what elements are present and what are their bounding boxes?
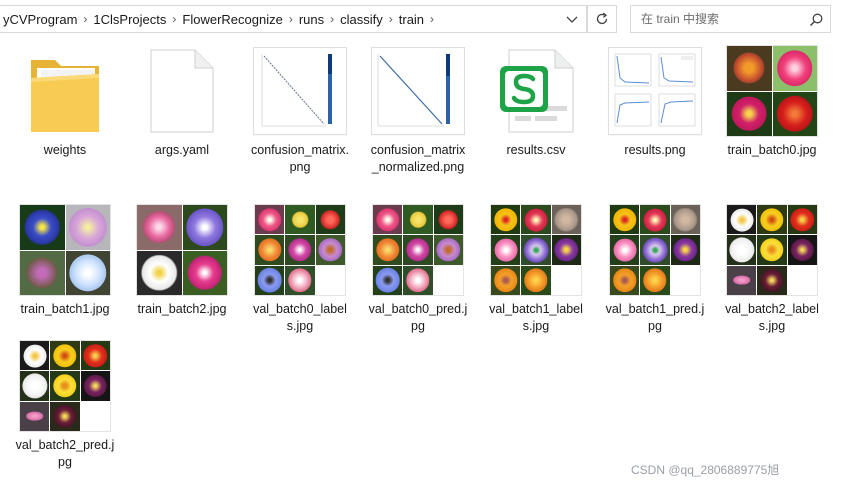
file-name: val_batch0_pred.jpg: [368, 302, 468, 333]
breadcrumb-1clsprojects[interactable]: 1ClsProjects: [89, 12, 170, 27]
file-item-val-batch1-labels[interactable]: val_batch1_labels.jpg: [481, 204, 591, 335]
file-item-val-batch0-pred[interactable]: val_batch0_pred.jpg: [363, 204, 473, 335]
file-name: results.png: [624, 143, 686, 157]
refresh-icon: [596, 12, 608, 25]
yaml-file-icon: [136, 45, 228, 137]
search-box[interactable]: [630, 5, 831, 33]
file-name: train_batch0.jpg: [727, 143, 817, 157]
file-item-args-yaml[interactable]: args.yaml: [127, 45, 237, 159]
photo-grid-thumbnail: [727, 46, 817, 136]
file-name: train_batch1.jpg: [20, 302, 110, 316]
breadcrumb-separator-icon[interactable]: ›: [387, 12, 395, 26]
breadcrumb-separator-icon[interactable]: ›: [170, 12, 178, 26]
file-name: val_batch1_pred.jpg: [605, 302, 705, 333]
breadcrumb-runs[interactable]: runs: [295, 12, 328, 27]
chevron-down-icon[interactable]: [564, 11, 580, 27]
photo-grid-thumbnail: [373, 205, 463, 295]
watermark: CSDN @qq_2806889775旭: [631, 463, 780, 477]
file-item-confusion-matrix[interactable]: confusion_matrix.png: [245, 45, 355, 176]
file-grid: weights args.yaml confusion_matrix.png c…: [0, 45, 848, 475]
file-item-val-batch1-pred[interactable]: val_batch1_pred.jpg: [600, 204, 710, 335]
photo-grid-thumbnail: [20, 341, 110, 431]
photo-grid-thumbnail: [255, 205, 345, 295]
file-item-results-csv[interactable]: results.csv: [481, 45, 591, 159]
file-name: val_batch1_labels.jpg: [489, 302, 583, 333]
file-name: confusion_matrix.png: [251, 143, 349, 174]
file-name: val_batch2_pred.jpg: [15, 438, 115, 469]
file-item-val-batch2-pred[interactable]: val_batch2_pred.jpg: [10, 340, 120, 471]
photo-grid-thumbnail: [491, 205, 581, 295]
file-name: results.csv: [506, 143, 566, 157]
file-item-weights[interactable]: weights: [10, 45, 120, 159]
address-bar[interactable]: yCVProgram › 1ClsProjects › FlowerRecogn…: [0, 5, 587, 33]
csv-file-icon: [490, 45, 582, 137]
breadcrumb-separator-icon[interactable]: ›: [287, 12, 295, 26]
breadcrumb-ycvprogram[interactable]: yCVProgram: [0, 12, 81, 27]
file-name: args.yaml: [154, 143, 210, 157]
breadcrumb-separator-icon[interactable]: ›: [81, 12, 89, 26]
confusion-matrix-thumbnail: [254, 48, 346, 134]
breadcrumb-classify[interactable]: classify: [336, 12, 387, 27]
folder-icon: [19, 45, 111, 137]
breadcrumb-train[interactable]: train: [395, 12, 428, 27]
file-item-val-batch0-labels[interactable]: val_batch0_labels.jpg: [245, 204, 355, 335]
file-item-train-batch1[interactable]: train_batch1.jpg: [10, 204, 120, 318]
file-name: weights: [43, 143, 87, 157]
photo-grid-thumbnail: [727, 205, 817, 295]
file-item-train-batch0[interactable]: train_batch0.jpg: [717, 45, 827, 159]
file-item-train-batch2[interactable]: train_batch2.jpg: [127, 204, 237, 318]
search-input[interactable]: [639, 6, 808, 32]
breadcrumb-flowerrecognize[interactable]: FlowerRecognize: [178, 12, 286, 27]
file-name: confusion_matrix_normalized.png: [370, 143, 466, 174]
explorer-toolbar: yCVProgram › 1ClsProjects › FlowerRecogn…: [0, 0, 848, 40]
breadcrumb-separator-icon[interactable]: ›: [328, 12, 336, 26]
file-item-confusion-matrix-normalized[interactable]: confusion_matrix_normalized.png: [363, 45, 473, 176]
photo-grid-thumbnail: [20, 205, 110, 295]
photo-grid-thumbnail: [137, 205, 227, 295]
confusion-matrix-normalized-thumbnail: [372, 48, 464, 134]
refresh-button[interactable]: [587, 5, 617, 33]
breadcrumb-separator-icon[interactable]: ›: [428, 12, 436, 26]
photo-grid-thumbnail: [610, 205, 700, 295]
file-name: train_batch2.jpg: [137, 302, 227, 316]
file-item-val-batch2-labels[interactable]: val_batch2_labels.jpg: [717, 204, 827, 335]
results-plot-thumbnail: [609, 48, 701, 134]
file-item-results-png[interactable]: results.png: [600, 45, 710, 159]
search-icon[interactable]: [808, 12, 824, 28]
file-name: val_batch2_labels.jpg: [725, 302, 819, 333]
file-name: val_batch0_labels.jpg: [253, 302, 347, 333]
